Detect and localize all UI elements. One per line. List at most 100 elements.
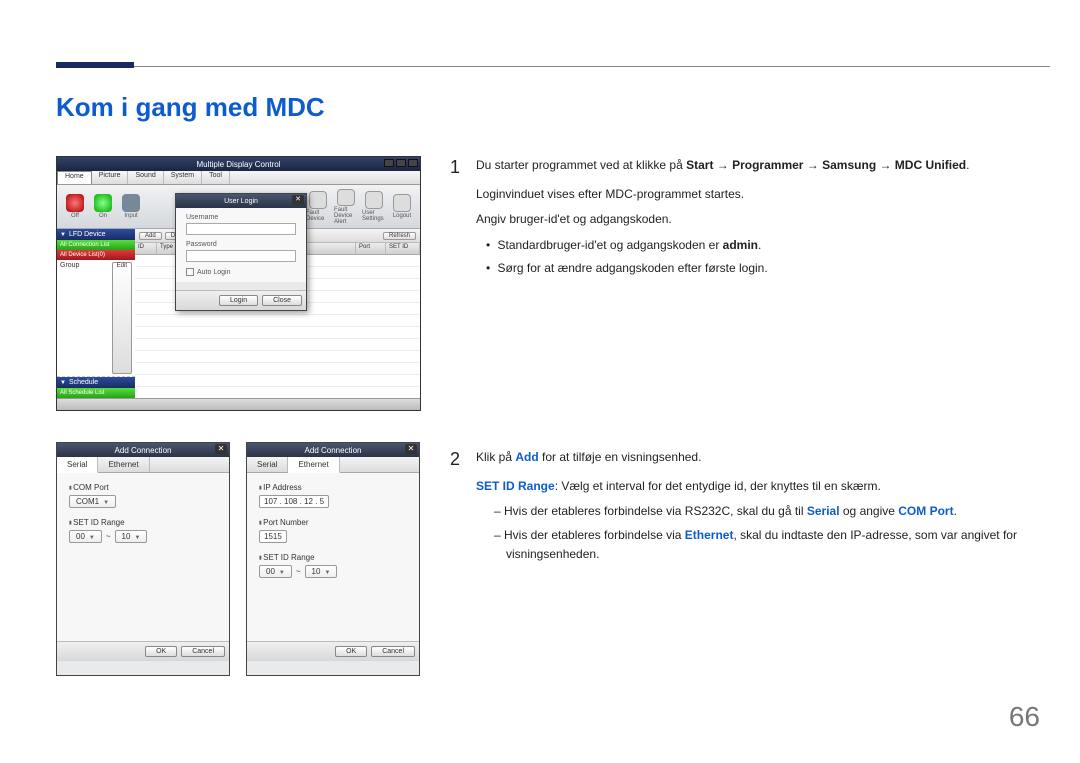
menu-system[interactable]: System (164, 171, 202, 184)
step2-dash2: Hvis der etableres forbindelse via Ether… (494, 526, 1040, 564)
page-title: Kom i gang med MDC (56, 92, 325, 123)
com-port-select[interactable]: COM1▼ (69, 495, 116, 508)
power-on-icon (94, 194, 112, 212)
sidebar-schedule-header[interactable]: ▼Schedule (57, 377, 135, 388)
mdc-titlebar: Multiple Display Control (57, 157, 420, 171)
tool-off[interactable]: Off (63, 189, 87, 225)
step2-lead: Klik på Add for at tilføje en visningsen… (476, 448, 1040, 467)
chevron-down-icon: ▼ (60, 232, 66, 238)
step-number: 2 (450, 445, 460, 474)
setid-to[interactable]: 10▼ (115, 530, 148, 543)
step2-dash1: Hvis der etableres forbindelse via RS232… (494, 502, 1040, 521)
sidebar-all-device[interactable]: All Device List(0) (57, 250, 135, 260)
dialog-title: Add Connection ✕ (247, 443, 419, 457)
user-settings-icon (365, 191, 383, 209)
chevron-down-icon: ▼ (89, 535, 95, 541)
port-label: Port Number (259, 518, 407, 527)
tool-logout[interactable]: Logout (390, 189, 414, 225)
header-rule-accent (56, 62, 134, 68)
logout-icon (393, 194, 411, 212)
col-port: Port (356, 243, 386, 254)
auto-login[interactable]: Auto Login (186, 268, 296, 276)
sidebar-lfd-header[interactable]: ▼LFD Device (57, 229, 135, 240)
tab-ethernet[interactable]: Ethernet (288, 457, 339, 473)
login-dialog: User Login ✕ Username Password Auto Logi… (175, 193, 307, 311)
chevron-down-icon: ▼ (103, 500, 109, 506)
step1-lead: Du starter programmet ved at klikke på S… (476, 156, 1040, 175)
setid-label: SET ID Range (259, 553, 407, 562)
tool-on[interactable]: On (91, 189, 115, 225)
cancel-button[interactable]: Cancel (181, 646, 225, 657)
col-setid: SET ID (386, 243, 420, 254)
chevron-down-icon: ▼ (279, 570, 285, 576)
sidebar-group[interactable]: GroupEdit (57, 260, 135, 377)
setid-to[interactable]: 10▼ (305, 565, 338, 578)
chevron-down-icon: ▼ (134, 535, 140, 541)
login-titlebar: User Login ✕ (176, 194, 306, 208)
tool-fault-device[interactable]: Fault Device (306, 189, 330, 225)
minimize-icon[interactable] (384, 159, 394, 167)
menu-picture[interactable]: Picture (92, 171, 129, 184)
tilde: ~ (106, 532, 111, 541)
com-port-label: COM Port (69, 483, 217, 492)
add-connection-serial: Add Connection ✕ Serial Ethernet COM Por… (56, 442, 230, 676)
chevron-down-icon: ▼ (324, 570, 330, 576)
close-icon[interactable]: ✕ (215, 444, 227, 454)
password-input[interactable] (186, 250, 296, 262)
step-1: 1 Du starter programmet ved at klikke på… (450, 156, 1040, 282)
mdc-title: Multiple Display Control (196, 160, 280, 169)
tab-row: Serial Ethernet (57, 457, 229, 473)
close-icon[interactable]: ✕ (405, 444, 417, 454)
tab-serial[interactable]: Serial (247, 457, 288, 472)
ip-label: IP Address (259, 483, 407, 492)
step-number: 1 (450, 153, 460, 182)
login-button[interactable]: Login (219, 295, 258, 306)
menu-home[interactable]: Home (57, 171, 92, 184)
username-input[interactable] (186, 223, 296, 235)
maximize-icon[interactable] (396, 159, 406, 167)
chevron-down-icon: ▼ (60, 380, 66, 386)
setid-label: SET ID Range (69, 518, 217, 527)
refresh-button[interactable]: Refresh (383, 232, 416, 240)
setid-from[interactable]: 00▼ (69, 530, 102, 543)
status-bar (57, 398, 420, 410)
setid-from[interactable]: 00▼ (259, 565, 292, 578)
tab-row: Serial Ethernet (247, 457, 419, 473)
tool-fault-alert[interactable]: Fault Device Alert (334, 189, 358, 225)
mdc-main-window: Multiple Display Control Home Picture So… (56, 156, 421, 411)
close-icon[interactable]: ✕ (292, 195, 304, 205)
step1-bullet2: Sørg for at ændre adgangskoden efter før… (486, 259, 1040, 278)
menu-sound[interactable]: Sound (128, 171, 163, 184)
col-id: ID (135, 243, 157, 254)
add-button[interactable]: Add (139, 232, 162, 240)
checkbox-icon (186, 268, 194, 276)
step1-sub2: Angiv bruger-id'et og adgangskoden. (476, 210, 1040, 229)
cancel-button[interactable]: Cancel (371, 646, 415, 657)
edit-button[interactable]: Edit (112, 262, 132, 374)
step1-sub1: Loginvinduet vises efter MDC-programmet … (476, 185, 1040, 204)
tilde: ~ (296, 567, 301, 576)
power-off-icon (66, 194, 84, 212)
header-rule (56, 66, 1050, 67)
step2-range: SET ID Range: Vælg et interval for det e… (476, 477, 1040, 496)
tab-ethernet[interactable]: Ethernet (98, 457, 149, 472)
step1-bullet1: Standardbruger-id'et og adgangskoden er … (486, 236, 1040, 255)
fault-alert-icon (337, 189, 355, 206)
ip-input[interactable]: 107 . 108 . 12 . 5 (259, 495, 329, 508)
sidebar-all-conn[interactable]: All Connection List (57, 240, 135, 250)
add-connection-ethernet: Add Connection ✕ Serial Ethernet IP Addr… (246, 442, 420, 676)
close-button[interactable]: Close (262, 295, 302, 306)
ok-button[interactable]: OK (145, 646, 177, 657)
step-2: 2 Klik på Add for at tilføje en visnings… (450, 448, 1040, 568)
tab-serial[interactable]: Serial (57, 457, 98, 473)
mdc-sidebar: ▼LFD Device All Connection List All Devi… (57, 229, 135, 398)
menu-tool[interactable]: Tool (202, 171, 230, 184)
dialog-title: Add Connection ✕ (57, 443, 229, 457)
port-input[interactable]: 1515 (259, 530, 287, 543)
tool-input[interactable]: Input (119, 189, 143, 225)
tool-user-settings[interactable]: User Settings (362, 189, 386, 225)
sidebar-all-schedule[interactable]: All Schedule List (57, 388, 135, 398)
window-buttons (384, 159, 418, 167)
ok-button[interactable]: OK (335, 646, 367, 657)
close-icon[interactable] (408, 159, 418, 167)
